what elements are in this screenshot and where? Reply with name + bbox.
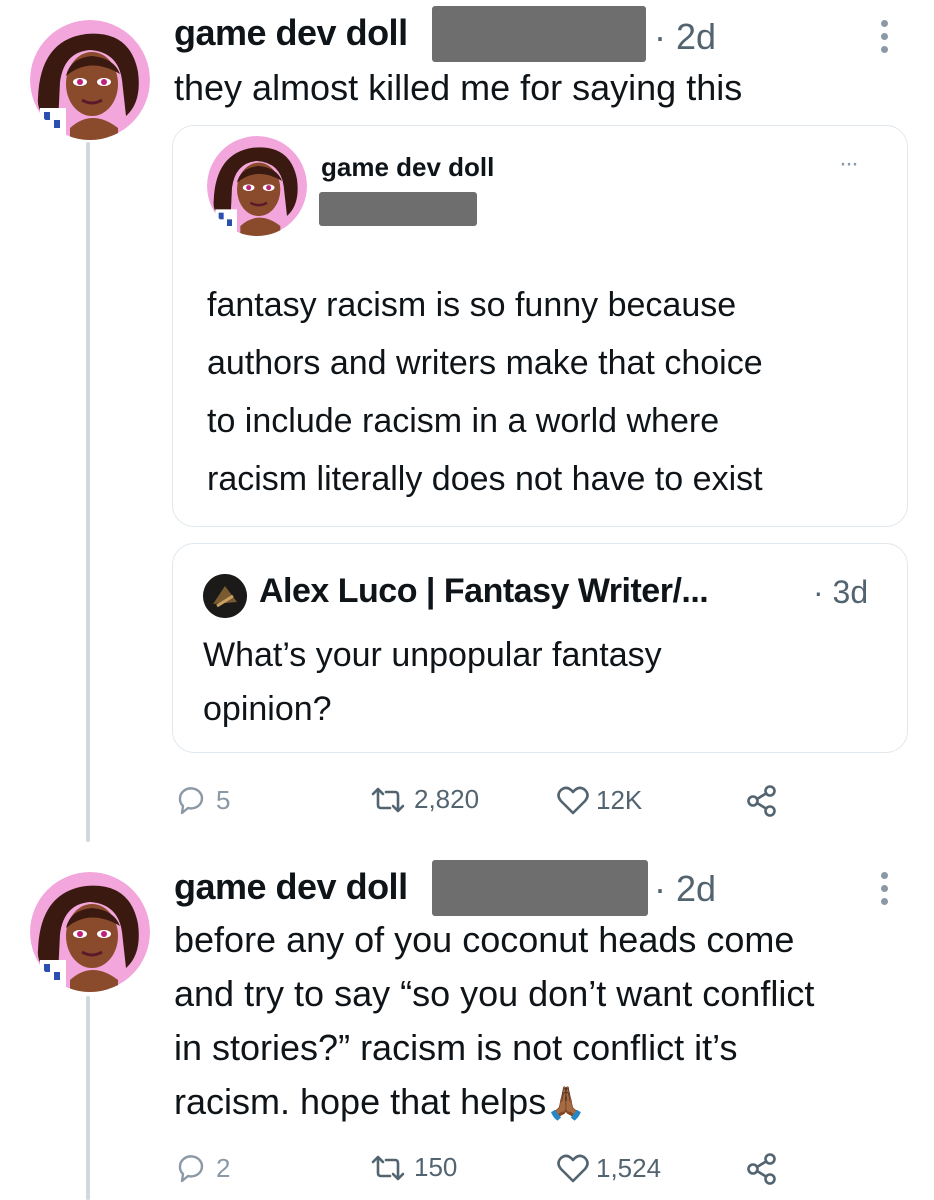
praying-hands-icon: 🙏🏾	[546, 1085, 587, 1121]
like-button[interactable]: 1,524	[556, 1152, 661, 1184]
retweet-button[interactable]: 150	[368, 1152, 457, 1183]
tweet-time[interactable]: · 2d	[654, 868, 716, 910]
quote-avatar-alex[interactable]	[203, 574, 247, 618]
tweet-text: they almost killed me for saying this	[174, 67, 743, 108]
reply-count: 2	[216, 1152, 231, 1183]
share-icon	[747, 785, 776, 817]
tweet-text-line: and try to say “so you don’t want confli…	[174, 973, 815, 1014]
retweet-button[interactable]: 2,820	[368, 784, 479, 815]
tweet-author-name[interactable]: game dev doll	[174, 866, 408, 908]
thread-line	[86, 996, 90, 1200]
share-button[interactable]	[746, 1152, 778, 1186]
thread-line	[86, 142, 90, 842]
quote-text-line: racism literally does not have to exist	[207, 460, 763, 498]
avatar[interactable]	[30, 20, 150, 140]
share-button[interactable]	[746, 784, 778, 818]
reply-button[interactable]: 5	[176, 784, 230, 816]
quote-text-line: What’s your unpopular fantasy	[203, 636, 662, 674]
quote-author-name-alex[interactable]: Alex Luco | Fantasy Writer/...	[259, 572, 709, 611]
tweet-text-line-last: racism. hope that helps🙏🏾	[174, 1076, 586, 1129]
retweet-icon	[371, 787, 405, 812]
like-count: 12K	[596, 784, 643, 815]
retweet-count: 2,820	[414, 784, 480, 814]
more-icon[interactable]	[881, 872, 889, 911]
quote-time-alex[interactable]: · 3d	[813, 574, 868, 611]
quote-text-line: opinion?	[203, 690, 332, 728]
quote-text-line: authors and writers make that choice	[207, 344, 763, 382]
redacted-handle	[432, 860, 648, 916]
quote-text-line: fantasy racism is so funny because	[207, 286, 737, 324]
like-icon	[557, 1154, 589, 1183]
tweet-author-name[interactable]: game dev doll	[174, 12, 408, 54]
quote-more-icon[interactable]: ···	[839, 152, 859, 176]
redacted-handle	[432, 6, 646, 62]
quote-author-name[interactable]: game dev doll	[321, 152, 494, 183]
quote-card-alex[interactable]: Alex Luco | Fantasy Writer/... · 3d What…	[172, 543, 908, 753]
reply-icon	[178, 1155, 204, 1183]
tweet-text-line: before any of you coconut heads come	[174, 919, 795, 960]
like-count: 1,524	[596, 1152, 662, 1183]
share-icon	[747, 1153, 776, 1185]
retweet-icon	[371, 1155, 405, 1180]
tweet-text: racism. hope that helps	[174, 1081, 547, 1122]
retweet-count: 150	[414, 1152, 458, 1182]
reply-button[interactable]: 2	[176, 1152, 230, 1184]
more-icon[interactable]	[881, 20, 889, 59]
quote-avatar[interactable]	[207, 136, 307, 236]
like-button[interactable]: 12K	[556, 784, 642, 816]
tweet-time[interactable]: · 2d	[654, 16, 716, 58]
reply-icon	[178, 787, 204, 815]
avatar[interactable]	[30, 872, 150, 992]
tweet-text-line: in stories?” racism is not conflict it’s	[174, 1027, 738, 1068]
quote-card[interactable]: game dev doll ··· fantasy racism is so f…	[172, 125, 908, 527]
quote-text-line: to include racism in a world where	[207, 402, 720, 440]
quote-redacted-handle	[319, 192, 477, 226]
reply-count: 5	[216, 784, 231, 815]
like-icon	[557, 786, 589, 815]
